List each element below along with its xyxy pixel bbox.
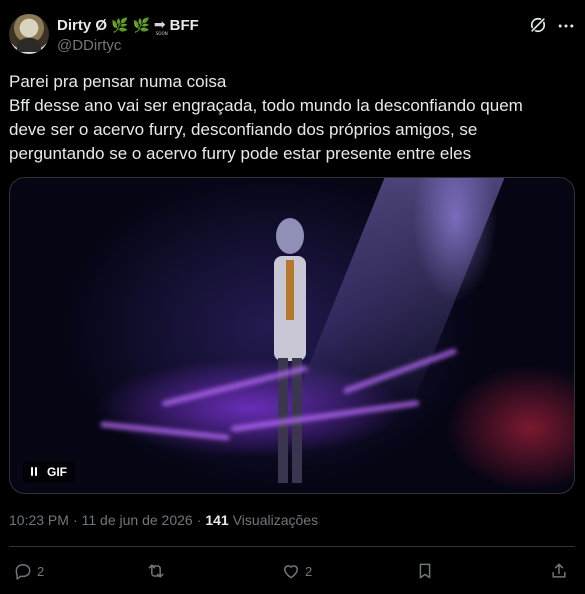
action-bar: 2 2 <box>0 560 585 584</box>
reply-icon <box>15 564 31 580</box>
tweet-meta: 10:23 PM · 11 de jun de 2026 · 141 Visua… <box>9 512 318 528</box>
author-name-suffix: BFF <box>169 16 199 34</box>
bookmark-icon <box>419 563 431 579</box>
gif-label: GIF <box>47 465 67 479</box>
gif-badge[interactable]: GIF <box>23 461 75 483</box>
author-name-row[interactable]: Dirty Ø 🌿 🌿 ➡ SOON BFF <box>57 15 199 37</box>
tweet-text-line: Bff desse ano vai ser engraçada, todo mu… <box>9 96 523 115</box>
light-streak <box>100 421 230 441</box>
divider <box>9 546 575 547</box>
meta-separator: · <box>72 512 78 528</box>
avatar[interactable] <box>9 14 49 54</box>
like-count: 2 <box>305 563 313 579</box>
views-count: 141 <box>205 512 229 528</box>
tweet-text-line: Parei pra pensar numa coisa <box>9 72 227 91</box>
grok-icon[interactable] <box>528 15 548 35</box>
reply-count: 2 <box>37 563 45 579</box>
gif-media[interactable]: GIF <box>9 177 575 494</box>
tweet-text-line: perguntando se o acervo furry pode estar… <box>9 144 472 163</box>
soon-label: SOON <box>155 31 168 36</box>
pause-icon[interactable] <box>29 467 39 477</box>
soon-arrow-icon: ➡ SOON <box>153 17 168 36</box>
author-handle[interactable]: @DDirtyc <box>57 37 121 54</box>
meta-separator: · <box>196 512 202 528</box>
herb-emoji-1: 🌿 <box>111 17 129 33</box>
tweet-date[interactable]: 11 de jun de 2026 <box>82 512 193 528</box>
standing-figure <box>274 218 306 483</box>
bookmark-button[interactable] <box>415 560 435 582</box>
like-button[interactable]: 2 <box>281 560 312 582</box>
herb-emoji-2: 🌿 <box>132 17 150 33</box>
repost-icon <box>148 564 164 578</box>
repost-button[interactable] <box>146 560 166 582</box>
author-display-name[interactable]: Dirty Ø <box>57 17 107 34</box>
share-button[interactable] <box>549 560 569 582</box>
views-label: Visualizações <box>232 512 319 528</box>
more-options-icon[interactable] <box>556 16 576 36</box>
tweet-text-line: deve ser o acervo furry, desconfiando do… <box>9 120 478 139</box>
reply-button[interactable]: 2 <box>13 560 44 582</box>
tweet-text: Parei pra pensar numa coisa Bff desse an… <box>9 70 569 166</box>
tweet-time[interactable]: 10:23 PM <box>9 512 69 528</box>
heart-icon <box>284 565 298 579</box>
tweet-container: Dirty Ø 🌿 🌿 ➡ SOON BFF @DDirtyc Parei pra… <box>0 0 585 594</box>
share-icon <box>552 563 566 578</box>
